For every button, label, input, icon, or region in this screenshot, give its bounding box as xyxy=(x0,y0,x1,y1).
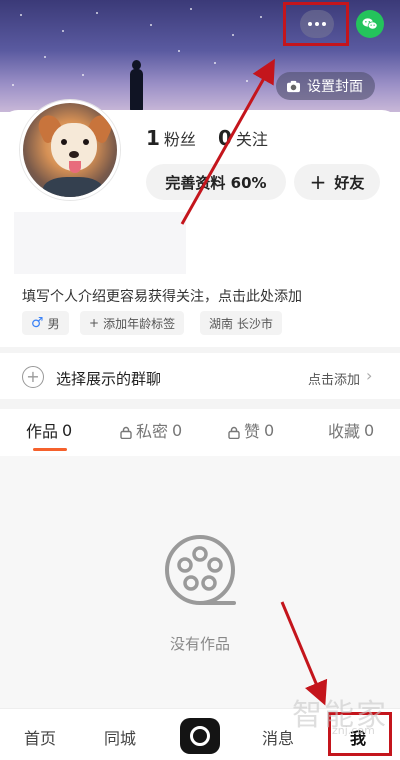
nav-home[interactable]: 首页 xyxy=(24,725,56,749)
followers-stat[interactable]: 1 粉丝 xyxy=(146,126,196,150)
tag-age-label: 添加年龄标签 xyxy=(103,316,176,331)
tag-gender[interactable]: ♂ 男 xyxy=(22,311,69,335)
lock-icon xyxy=(120,424,132,439)
male-icon: ♂ xyxy=(31,315,44,331)
avatar[interactable] xyxy=(20,100,120,200)
username-blank xyxy=(14,212,186,274)
nav-nearby[interactable]: 同城 xyxy=(104,725,136,749)
camera-small-icon xyxy=(287,80,300,92)
add-friend-button[interactable]: + 好友 xyxy=(294,164,380,200)
film-reel-icon xyxy=(165,535,236,605)
silhouette-figure xyxy=(128,60,144,111)
following-count: 0 xyxy=(218,126,232,150)
followers-label: 粉丝 xyxy=(163,130,196,149)
following-stat[interactable]: 0 关注 xyxy=(218,126,268,150)
lock-icon xyxy=(228,424,240,439)
annotation-box-more xyxy=(283,2,349,46)
divider xyxy=(0,399,400,409)
wechat-icon[interactable] xyxy=(356,10,384,38)
intro-text[interactable]: 填写个人介绍更容易获得关注，点击此处添加 xyxy=(22,286,302,306)
add-friend-label: 好友 xyxy=(334,173,365,192)
chevron-right-icon: › xyxy=(366,366,373,385)
tab-favorites[interactable]: 收藏 0 xyxy=(328,418,374,442)
tag-age[interactable]: + 添加年龄标签 xyxy=(80,311,185,335)
group-chat-title: 选择展示的群聊 xyxy=(56,370,162,388)
empty-state-text: 没有作品 xyxy=(169,635,230,653)
tag-gender-label: 男 xyxy=(47,316,60,331)
complete-profile-button[interactable]: 完善资料 60% xyxy=(146,164,286,200)
following-label: 关注 xyxy=(235,130,268,149)
tab-underline xyxy=(33,448,67,451)
plus-icon: + xyxy=(309,170,327,194)
camera-icon[interactable] xyxy=(180,718,220,754)
followers-count: 1 xyxy=(146,126,160,150)
nav-messages[interactable]: 消息 xyxy=(262,725,294,749)
plus-icon: + xyxy=(89,316,100,330)
tab-likes[interactable]: 赞 0 xyxy=(228,418,274,442)
tag-location-label: 湖南 长沙市 xyxy=(209,316,273,331)
complete-profile-label: 完善资料 60% xyxy=(165,173,267,192)
watermark-sub: znj.com xyxy=(332,724,375,737)
set-cover-button[interactable]: 设置封面 xyxy=(276,72,375,100)
divider xyxy=(0,347,400,353)
tab-works[interactable]: 作品 0 xyxy=(26,418,72,442)
tag-location[interactable]: 湖南 长沙市 xyxy=(200,311,282,335)
add-circle-icon: + xyxy=(22,366,44,388)
set-cover-label: 设置封面 xyxy=(307,79,363,95)
tab-private[interactable]: 私密 0 xyxy=(120,418,182,442)
group-chat-add[interactable]: 点击添加 xyxy=(308,369,360,388)
